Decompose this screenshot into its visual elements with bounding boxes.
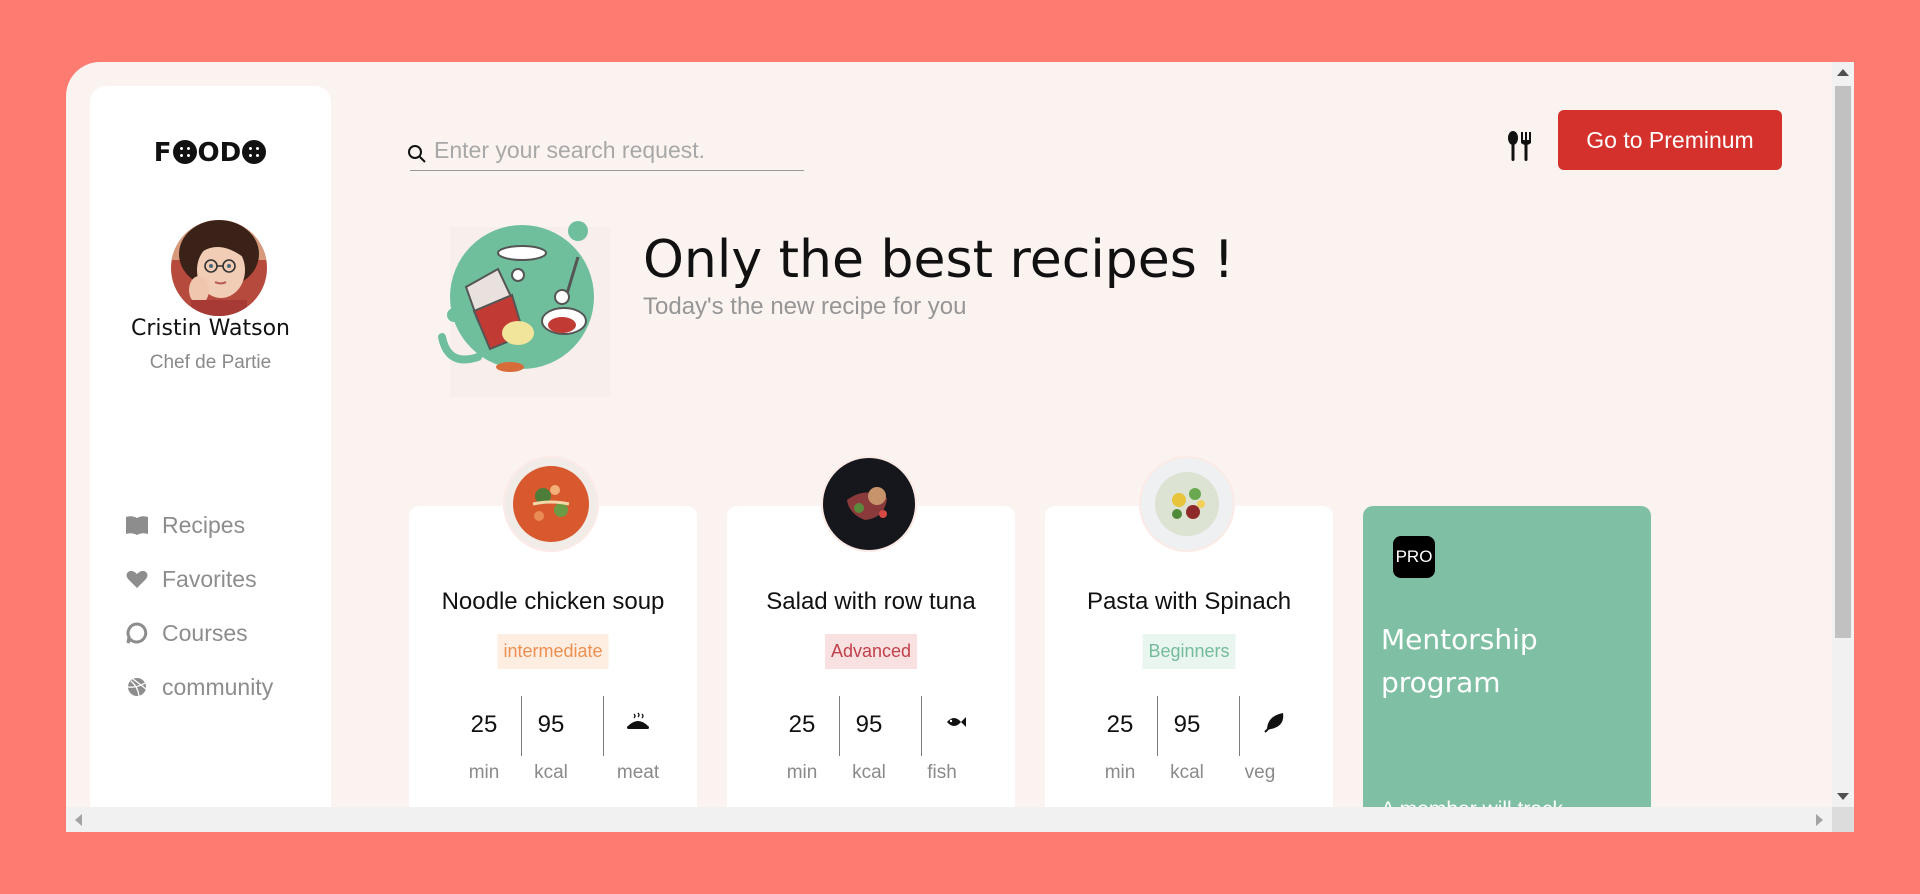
fish-icon: [947, 717, 966, 727]
time-value: 25: [1106, 711, 1134, 738]
time-value: 25: [470, 711, 498, 738]
app-window: F OD Cristin Watson Chef de Partie Recip…: [66, 62, 1854, 832]
scroll-up-arrow[interactable]: [1837, 69, 1849, 76]
vertical-scrollbar[interactable]: [1832, 62, 1854, 807]
sidebar-item-recipes[interactable]: Recipes: [125, 498, 273, 552]
recipe-card[interactable]: Salad with row tuna Advanced 25 min 95 k…: [727, 456, 1015, 832]
leaf-icon: [1264, 713, 1284, 733]
search-input[interactable]: [432, 132, 796, 168]
sidebar-item-label: Courses: [162, 619, 248, 646]
scroll-down-arrow[interactable]: [1837, 793, 1849, 800]
profile-name: Cristin Watson: [131, 316, 290, 341]
scrollbar-corner: [1832, 807, 1854, 832]
recipe-title: Pasta with Spinach: [1086, 588, 1292, 615]
sidebar-item-favorites[interactable]: Favorites: [125, 552, 273, 606]
sidebar-item-label: Recipes: [162, 511, 246, 538]
recipe-stats: 25 min 95 kcal meat: [449, 696, 659, 796]
go-premium-button[interactable]: Go to Preminum: [1558, 110, 1782, 170]
time-unit: min: [786, 762, 818, 783]
search-icon[interactable]: [407, 144, 427, 164]
category-label: fish: [927, 762, 957, 783]
chat-bubble-icon: [126, 622, 148, 644]
time-unit: min: [1104, 762, 1136, 783]
time-stat: 25 min: [767, 696, 837, 784]
kcal-unit: kcal: [852, 762, 886, 783]
kcal-stat: 95 kcal: [834, 696, 904, 784]
dish-image-tuna-salad: [821, 456, 917, 552]
kcal-unit: kcal: [1170, 762, 1204, 783]
avatar[interactable]: [171, 220, 267, 316]
sidebar-item-label: community: [162, 673, 274, 700]
kcal-stat: 95 kcal: [1152, 696, 1222, 784]
category-stat: meat: [603, 696, 673, 784]
time-value: 25: [788, 711, 816, 738]
utensils-icon[interactable]: [1506, 130, 1534, 162]
horizontal-scrollbar[interactable]: [66, 807, 1832, 832]
scroll-left-arrow[interactable]: [75, 814, 82, 826]
hero-subtitle: Today's the new recipe for you: [643, 293, 967, 320]
recipe-card[interactable]: Pasta with Spinach Beginners 25 min 95 k…: [1045, 456, 1333, 832]
scroll-thumb[interactable]: [1835, 86, 1851, 638]
kcal-value: 95: [1173, 711, 1201, 738]
kcal-value: 95: [855, 711, 883, 738]
dribbble-icon: [127, 678, 147, 697]
sidebar-item-courses[interactable]: Courses: [125, 606, 273, 660]
recipe-stats: 25 min 95 kcal fish: [767, 696, 977, 796]
sidebar-item-community[interactable]: community: [125, 660, 273, 714]
roast-chicken-icon: [627, 712, 649, 729]
mentorship-title: Mentorship program: [1381, 623, 1538, 699]
category-stat: fish: [907, 696, 977, 784]
kcal-stat: 95 kcal: [516, 696, 586, 784]
sidebar: F OD Cristin Watson Chef de Partie Recip…: [90, 86, 331, 832]
search-bar: [407, 124, 804, 171]
profile-role: Chef de Partie: [149, 352, 272, 373]
difficulty-badge: Beginners: [1142, 634, 1236, 669]
difficulty-badge: Advanced: [824, 634, 918, 669]
recipe-stats: 25 min 95 kcal veg: [1085, 696, 1295, 796]
category-label: meat: [616, 762, 660, 783]
recipe-title: Salad with row tuna: [766, 588, 976, 615]
kcal-unit: kcal: [534, 762, 568, 783]
time-unit: min: [468, 762, 500, 783]
dish-image-pasta: [1139, 456, 1235, 552]
recipe-title: Noodle chicken soup: [441, 588, 665, 615]
difficulty-badge: intermediate: [497, 634, 609, 669]
dish-image-soup: [503, 456, 599, 552]
mentorship-card[interactable]: PRO Mentorship program A member will tra…: [1363, 506, 1651, 832]
time-stat: 25 min: [449, 696, 519, 784]
hero-illustration: [428, 217, 610, 397]
book-icon: [126, 516, 148, 535]
app-logo[interactable]: F OD: [90, 138, 331, 168]
recipe-card[interactable]: Noodle chicken soup intermediate 25 min …: [409, 456, 697, 832]
heart-icon: [126, 570, 148, 588]
scroll-right-arrow[interactable]: [1816, 814, 1823, 826]
time-stat: 25 min: [1085, 696, 1155, 784]
pro-badge: PRO: [1393, 536, 1435, 578]
kcal-value: 95: [537, 711, 565, 738]
hero-title: Only the best recipes !: [643, 230, 1235, 290]
category-stat: veg: [1225, 696, 1295, 784]
sidebar-item-label: Favorites: [162, 565, 257, 592]
sidebar-nav: Recipes Favorites Courses community: [125, 498, 273, 714]
category-label: veg: [1244, 762, 1276, 783]
